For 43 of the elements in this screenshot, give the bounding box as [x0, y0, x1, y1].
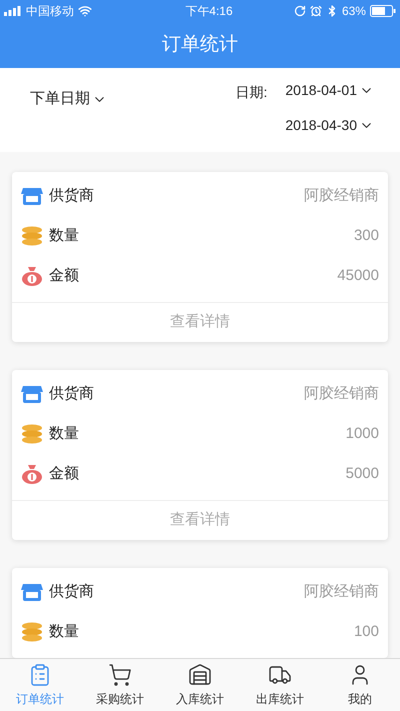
row-label: 供货商: [49, 384, 94, 404]
row-value: 100: [354, 622, 379, 642]
row-value: 阿胶经销商: [304, 582, 379, 602]
row-label: 金额: [49, 266, 79, 286]
row-value: 1000: [346, 424, 379, 444]
coin-stack-icon: [21, 424, 43, 444]
row-value: 阿胶经销商: [304, 186, 379, 206]
row-label: 供货商: [49, 582, 94, 602]
clock-time: 下午4:16: [185, 3, 233, 20]
alarm-icon: [310, 5, 322, 17]
wifi-icon: [78, 4, 92, 18]
row-label: 数量: [49, 424, 79, 444]
tab-item[interactable]: 我的: [320, 659, 400, 711]
signal-icon: [4, 6, 22, 16]
tab-item[interactable]: 入库统计: [160, 659, 240, 711]
battery-icon: [370, 5, 396, 17]
battery-percent: 63%: [342, 3, 366, 20]
tab-item[interactable]: 采购统计: [80, 659, 160, 711]
row-value: 300: [354, 226, 379, 246]
coin-stack-icon: [21, 622, 43, 642]
row-value: 45000: [337, 266, 379, 286]
rotation-lock-icon: [294, 5, 306, 17]
sort-dropdown[interactable]: 下单日期: [30, 82, 107, 116]
row-value: 阿胶经销商: [304, 384, 379, 404]
row-value: 5000: [346, 464, 379, 484]
money-bag-icon: [21, 266, 43, 286]
row-label: 金额: [49, 464, 79, 484]
money-bag-icon: [21, 464, 43, 484]
date-label: 日期:: [235, 83, 268, 102]
start-date-dropdown[interactable]: 2018-04-01: [285, 80, 374, 101]
row-label: 数量: [49, 226, 79, 246]
shop-icon: [21, 384, 43, 404]
tab-item[interactable]: 出库统计: [240, 659, 320, 711]
end-date-dropdown[interactable]: 2018-04-30: [285, 115, 374, 136]
shop-icon: [21, 582, 43, 602]
row-label: 数量: [49, 622, 79, 642]
warehouse-icon: [188, 662, 212, 686]
row-label: 供货商: [49, 186, 94, 206]
coin-stack-icon: [21, 226, 43, 246]
cart-icon: [108, 662, 132, 686]
shop-icon: [21, 186, 43, 206]
carrier-name: 中国移动: [26, 3, 74, 20]
page-title: 订单统计: [162, 32, 238, 57]
